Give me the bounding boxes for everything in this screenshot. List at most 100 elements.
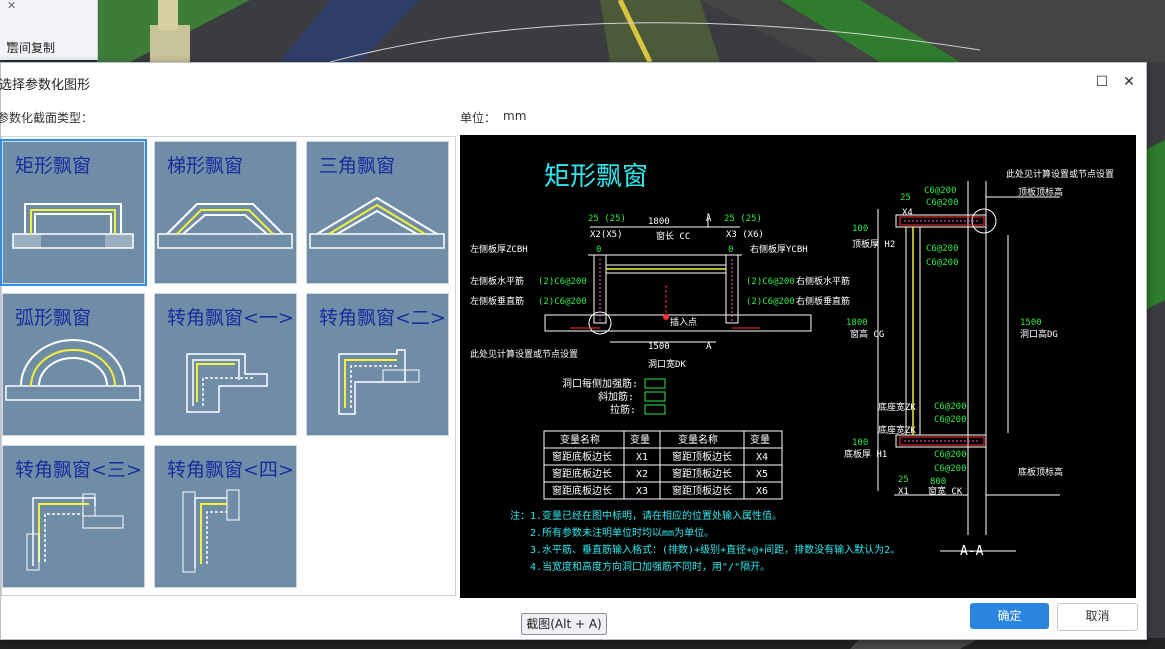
table-cell: X1 (636, 452, 648, 463)
section-mark-a: A (706, 214, 712, 224)
corner-bay-window-1-icon (186, 353, 268, 413)
rect-bay-window-icon (12, 203, 134, 249)
var-x2: X2(X5) (590, 230, 623, 240)
unit-value: mm (503, 109, 527, 123)
insert-point-label: 插入点 (670, 316, 697, 328)
table-cell: 窗距顶板边长 (672, 484, 732, 497)
dim-mid: 1800 (648, 217, 670, 227)
tile-corner-bay-window-1[interactable]: 转角飘窗<一> (154, 293, 297, 436)
dim-1800: 1800 (846, 318, 868, 328)
corner-bay-window-2-icon (338, 349, 420, 415)
opening-height-label: 洞口高DG (1020, 328, 1058, 340)
note-line: 注：1.变量已经在图中标明，请在相应的位置处输入属性值。 (510, 509, 782, 522)
menu-row-top: ✕ (0, 0, 97, 18)
table-cell: 窗距底板边长 (552, 450, 612, 463)
tile-corner-bay-window-4[interactable]: 转角飘窗<四> (154, 445, 297, 588)
close-icon[interactable]: ✕ (1118, 71, 1140, 93)
tile-corner-bay-window-3[interactable]: 转角飘窗<三> (2, 445, 145, 588)
left-horizontal-label: 左侧板水平筋 (470, 275, 524, 287)
rebar-c6: C6@200 (934, 415, 967, 425)
arc-bay-window-icon (5, 339, 141, 401)
table-header: 变量 (750, 433, 770, 446)
note-line: 2.所有参数未注明单位时均以mm为单位。 (530, 526, 714, 539)
left-thickness-label: 左侧板厚ZCBH (470, 243, 528, 255)
trapezoid-bay-window-icon (157, 203, 293, 249)
right-horizontal-value: (2)C6@200 (746, 277, 795, 287)
table-cell: X3 (636, 486, 648, 497)
maximize-icon[interactable]: ☐ (1091, 71, 1113, 93)
diagonal-bar-label: 斜加筋: (598, 390, 634, 403)
tile-arc-bay-window[interactable]: 弧形飘窗 (2, 293, 145, 436)
zero-left: 0 (596, 245, 601, 255)
right-horizontal-label: 右侧板水平筋 (796, 275, 850, 287)
rebar-c2: C6@200 (926, 198, 959, 208)
dim-800: 800 (930, 477, 946, 487)
shape-tile-grid: 矩形飘窗 梯形飘窗 三角飘窗 弧形飘窗 转角飘窗<一> 转角飘窗<二> 转角飘窗… (0, 136, 456, 596)
dim-1500: 1500 (1020, 318, 1042, 328)
section-calc-note: 此处见计算设置或节点设置 (1006, 168, 1114, 180)
notes: 注：1.变量已经在图中标明，请在相应的位置处输入属性值。 2.所有参数未注明单位… (510, 509, 900, 573)
dim-100-top: 100 (852, 224, 868, 234)
background-side-menu: ✕ 层间复制 ▸▸ (0, 0, 98, 60)
left-vertical-label: 左侧板垂直筋 (470, 295, 524, 307)
unit-label: 单位： (460, 111, 497, 125)
table-cell: X6 (756, 486, 768, 497)
window-length-label: 窗长 CC (656, 230, 690, 242)
parametric-shape-dialog: 选择参数化图形 ☐ ✕ 参数化截面类型： 单位： mm 矩形飘窗 梯形飘窗 三角… (0, 62, 1147, 640)
var-x3: X3 (X6) (726, 230, 764, 240)
section-type-label: 参数化截面类型： (0, 111, 94, 125)
window-width-label: 窗宽 CK (928, 485, 963, 497)
note-line: 3.水平筋、垂直筋输入格式：(排数)+级别+直径+@+间距，排数没有输入默认为2… (530, 543, 900, 556)
right-vertical-label: 右侧板垂直筋 (796, 295, 850, 307)
close-icon[interactable]: ✕ (7, 0, 93, 12)
rebar-c5: C6@200 (934, 402, 967, 412)
screenshot-button[interactable]: 截图(Alt + A) (521, 613, 607, 635)
top-slab-thickness-label: 顶板厚 H2 (852, 238, 895, 250)
var-x1: X1 (898, 487, 909, 497)
rebar-c3: C6@200 (926, 244, 959, 254)
note-line: 4.当宽度和高度方向洞口加强筋不同时，用"/"隔开。 (530, 560, 770, 573)
dim-25-top: 25 (900, 193, 911, 203)
section-mark-a2: A (706, 342, 712, 352)
table-header: 变量名称 (560, 433, 600, 446)
corner-bay-window-3-icon (26, 493, 124, 571)
tile-rect-bay-window[interactable]: 矩形飘窗 (0, 139, 147, 286)
left-vertical-value: (2)C6@200 (538, 297, 587, 307)
tile-trapezoid-bay-window[interactable]: 梯形飘窗 (154, 141, 297, 284)
tie-bar-label: 拉筋: (610, 403, 636, 416)
preview-title: 矩形飘窗 (544, 162, 648, 192)
expand-icon: ▸▸ (7, 39, 17, 49)
dim-right: 25 (25) (724, 214, 762, 224)
shape-preview-panel: 矩形飘窗 25 (25) 1800 A 25 (25) X2(X5) 窗长 CC… (460, 135, 1136, 598)
opening-width-value: 1500 (648, 342, 670, 352)
right-thickness-label: 右侧板厚YCBH (750, 243, 808, 255)
table-cell: 窗距底板边长 (552, 467, 612, 480)
confirm-button[interactable]: 确定 (970, 603, 1049, 629)
menu-item-copy-floor[interactable]: 层间复制 ▸▸ (0, 34, 97, 58)
triangle-bay-window-icon (309, 196, 445, 249)
cancel-button[interactable]: 取消 (1057, 603, 1138, 631)
right-vertical-value: (2)C6@200 (746, 297, 795, 307)
tile-triangle-bay-window[interactable]: 三角飘窗 (306, 141, 449, 284)
table-cell: 窗距顶板边长 (672, 467, 732, 480)
rebar-c4: C6@200 (926, 258, 959, 268)
opening-reinforcement-label: 洞口每侧加强筋: (562, 377, 638, 390)
tile-corner-bay-window-2[interactable]: 转角飘窗<二> (306, 293, 449, 436)
base-width-label: 底座宽ZK (878, 401, 916, 413)
preview-drawing: 矩形飘窗 25 (25) 1800 A 25 (25) X2(X5) 窗长 CC… (470, 162, 1114, 573)
var-x4: X4 (902, 208, 913, 218)
table-cell: 窗距底板边长 (552, 484, 612, 497)
rebar-c1: C6@200 (924, 186, 957, 196)
window-height-label: 窗高 CG (850, 328, 884, 340)
dim-left: 25 (25) (588, 214, 626, 224)
dialog-title: 选择参数化图形 (0, 78, 91, 93)
rebar-c7: C6@200 (934, 450, 967, 460)
opening-width-label: 洞口宽DK (648, 358, 686, 370)
table-cell: 窗距顶板边长 (672, 450, 732, 463)
bottom-slab-thickness-label: 底板厚 H1 (844, 448, 887, 460)
left-horizontal-value: (2)C6@200 (538, 277, 587, 287)
table-header: 变量 (630, 433, 650, 446)
zero-right: 0 (728, 245, 733, 255)
calc-setting-note: 此处见计算设置或节点设置 (470, 348, 578, 360)
top-elevation-label: 顶板顶标高 (1018, 186, 1063, 198)
